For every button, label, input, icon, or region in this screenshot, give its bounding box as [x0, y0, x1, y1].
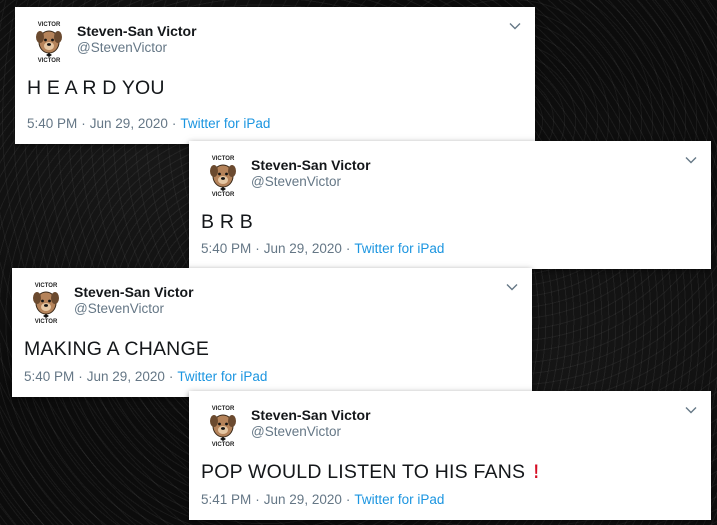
tweet-time[interactable]: 5:40 PM: [27, 116, 77, 131]
svg-text:VICTOR: VICTOR: [38, 22, 61, 28]
display-name[interactable]: Steven-San Victor: [251, 407, 371, 423]
tweet-source-link[interactable]: Twitter for iPad: [177, 369, 267, 384]
svg-text:VICTOR: VICTOR: [212, 192, 235, 197]
tweet-card-1[interactable]: VICTOR VICTOR Steven-San Victor @StevenV…: [15, 7, 535, 144]
display-name[interactable]: Steven-San Victor: [77, 23, 197, 39]
svg-text:VICTOR: VICTOR: [35, 319, 58, 324]
svg-text:VICTOR: VICTOR: [212, 406, 235, 412]
tweet-date[interactable]: Jun 29, 2020: [87, 369, 165, 384]
separator-dot: ·: [255, 241, 260, 256]
tweet-card-3[interactable]: VICTOR VICTOR Steven-San Victor @StevenV…: [12, 268, 532, 397]
display-name[interactable]: Steven-San Victor: [251, 157, 371, 173]
dog-face-icon: VICTOR VICTOR: [210, 406, 236, 448]
tweet-text: B R B: [201, 211, 253, 233]
tweet-time[interactable]: 5:41 PM: [201, 492, 251, 507]
avatar[interactable]: VICTOR VICTOR: [201, 403, 245, 448]
tweet-card-4[interactable]: VICTOR VICTOR Steven-San Victor @StevenV…: [189, 391, 711, 520]
tweet-time[interactable]: 5:40 PM: [24, 369, 74, 384]
tweet-text: MAKING A CHANGE: [24, 338, 210, 360]
avatar[interactable]: VICTOR VICTOR: [27, 19, 71, 64]
chevron-down-icon[interactable]: [685, 406, 697, 414]
separator-dot: ·: [81, 116, 86, 131]
user-handle[interactable]: @StevenVictor: [251, 424, 341, 439]
user-handle[interactable]: @StevenVictor: [251, 174, 341, 189]
display-name[interactable]: Steven-San Victor: [74, 284, 194, 300]
tweet-time[interactable]: 5:40 PM: [201, 241, 251, 256]
separator-dot: ·: [345, 492, 351, 507]
tweet-meta: 5:41 PM · Jun 29, 2020 · Twitter for iPad: [201, 492, 444, 507]
tweet-source-link[interactable]: Twitter for iPad: [354, 492, 444, 507]
separator-dot: ·: [168, 369, 174, 384]
tweet-meta: 5:40 PM · Jun 29, 2020 · Twitter for iPad: [24, 369, 267, 384]
tweet-source-link[interactable]: Twitter for iPad: [180, 116, 270, 131]
dog-face-icon: VICTOR VICTOR: [36, 22, 62, 64]
avatar[interactable]: VICTOR VICTOR: [24, 280, 68, 325]
dog-face-icon: VICTOR VICTOR: [210, 156, 236, 198]
tweet-text: POP WOULD LISTEN TO HIS FANS: [201, 461, 526, 483]
separator-dot: ·: [171, 116, 177, 131]
user-handle[interactable]: @StevenVictor: [74, 301, 164, 316]
tweet-date[interactable]: Jun 29, 2020: [90, 116, 168, 131]
tweet-meta: 5:40 PM · Jun 29, 2020 · Twitter for iPad: [27, 116, 270, 131]
chevron-down-icon[interactable]: [685, 156, 697, 164]
svg-text:VICTOR: VICTOR: [35, 283, 58, 289]
tweet-card-2[interactable]: VICTOR VICTOR Steven-San Victor @StevenV…: [189, 141, 711, 269]
dog-face-icon: VICTOR VICTOR: [33, 283, 59, 325]
avatar[interactable]: VICTOR VICTOR: [201, 153, 245, 198]
chevron-down-icon[interactable]: [509, 22, 521, 30]
tweet-meta: 5:40 PM · Jun 29, 2020 · Twitter for iPad: [201, 241, 444, 256]
user-handle[interactable]: @StevenVictor: [77, 40, 167, 55]
svg-text:VICTOR: VICTOR: [212, 156, 235, 162]
tweet-date[interactable]: Jun 29, 2020: [264, 492, 342, 507]
tweet-date[interactable]: Jun 29, 2020: [264, 241, 342, 256]
tweet-source-link[interactable]: Twitter for iPad: [354, 241, 444, 256]
separator-dot: ·: [78, 369, 83, 384]
separator-dot: ·: [345, 241, 351, 256]
svg-text:VICTOR: VICTOR: [38, 58, 61, 63]
chevron-down-icon[interactable]: [506, 283, 518, 291]
tweet-text-container: POP WOULD LISTEN TO HIS FANS!: [201, 461, 540, 484]
svg-text:VICTOR: VICTOR: [212, 442, 235, 447]
exclamation-emoji-icon: !: [533, 461, 540, 483]
tweet-text: H E A R D YOU: [27, 77, 165, 99]
separator-dot: ·: [255, 492, 260, 507]
